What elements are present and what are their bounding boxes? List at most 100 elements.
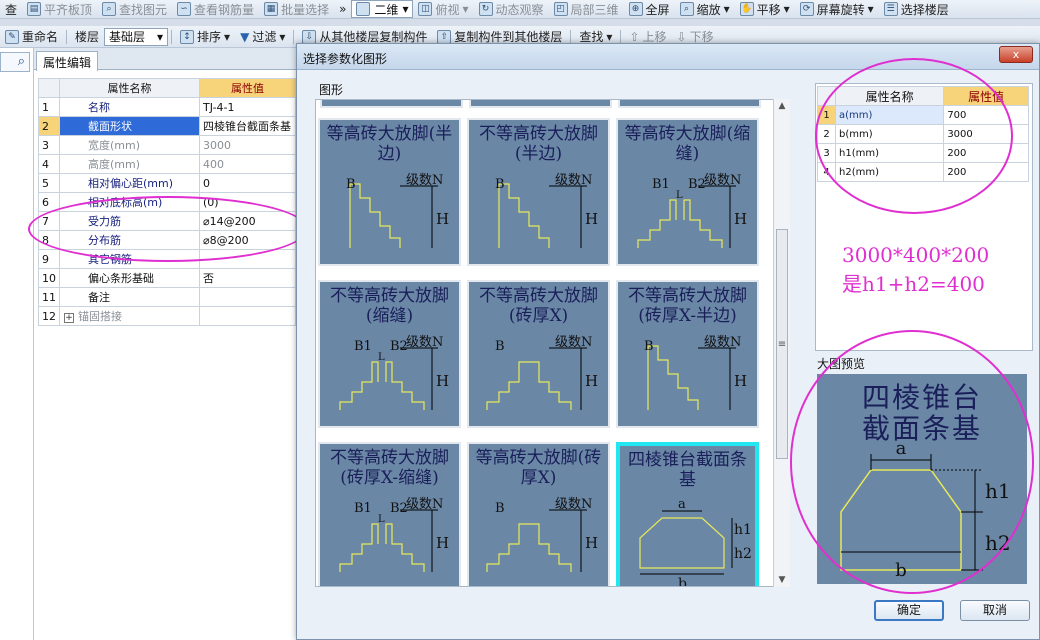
- param-value[interactable]: 3000: [943, 124, 1029, 144]
- property-value[interactable]: [199, 306, 296, 326]
- property-value[interactable]: ⌀14@200: [199, 211, 296, 231]
- toolbar-view-rebar[interactable]: ∽ 查看钢筋量: [172, 0, 259, 18]
- param-value[interactable]: 200: [943, 143, 1029, 163]
- parameter-row[interactable]: 2 b(mm) 3000: [817, 124, 1029, 144]
- toolbar-zoom[interactable]: ⌕ 缩放 ▾: [675, 0, 735, 18]
- shape-tile[interactable]: 不等高砖大放脚(砖厚X-半边) 级数N H B: [616, 280, 759, 428]
- filter-button[interactable]: ▼ 过滤 ▾: [235, 26, 290, 47]
- brick-footing-shape: [486, 361, 572, 410]
- divider: [293, 29, 295, 44]
- ok-button[interactable]: 确定: [874, 600, 944, 621]
- parameter-row[interactable]: 3 h1(mm) 200: [817, 143, 1029, 163]
- scroll-down-icon[interactable]: ▼: [776, 575, 788, 585]
- cancel-button[interactable]: 取消: [960, 600, 1030, 621]
- copy-to-icon: ⇧: [437, 29, 452, 44]
- gallery-scrollbar[interactable]: ▲ ≡ ▼: [773, 99, 790, 587]
- search-icon[interactable]: ⌕: [0, 52, 30, 72]
- header-name: 属性名称: [59, 78, 200, 98]
- shape-tile[interactable]: 等高砖大放脚(半边) 级数N H B: [318, 118, 461, 266]
- rename-icon: ✎: [5, 29, 19, 44]
- toolbar-orbit-label: 动态观察: [495, 2, 544, 17]
- expand-icon[interactable]: +: [64, 313, 74, 323]
- shape-tile[interactable]: 不等高砖大放脚(砖厚X-缩缝) 级数N H B1 B2 L: [318, 442, 461, 586]
- parameter-row[interactable]: 1 a(mm) 700: [817, 105, 1029, 125]
- property-row[interactable]: 8 分布筋 ⌀8@200: [38, 230, 296, 250]
- select-parametric-shape-dialog: 选择参数化图形 x 图形 等高砖大放脚(半边) 级数N H B 不等高砖大放脚(半边) 级…: [296, 43, 1040, 640]
- shape-tile[interactable]: 不等高砖大放脚(半边) 级数N H B: [467, 118, 610, 266]
- toolbar-overflow-button[interactable]: »: [334, 0, 351, 18]
- shape-tile-selected[interactable]: 四棱锥台截面条基 a h1 h2 b: [616, 442, 759, 586]
- rename-label: 重命名: [22, 30, 59, 44]
- toolbar-orbit[interactable]: ↻ 动态观察: [474, 0, 549, 18]
- shape-tile-diagram: 级数N H B: [346, 173, 449, 248]
- toolbar-fullscreen-label: 全屏: [645, 2, 670, 17]
- toolbar-floor-label: 选择楼层: [900, 2, 949, 17]
- shape-tile-diagram: 级数N H B1 B2 L: [339, 497, 449, 572]
- shape-tile-partial[interactable]: [320, 100, 463, 108]
- property-value[interactable]: 400: [199, 154, 296, 174]
- floor-select[interactable]: 基础层 ▾: [104, 27, 169, 46]
- property-panel: 属性编辑 属性名称 属性值 1 名称 TJ-4-1 2 截面形状 四棱锥台截面条基 3 宽度(…: [34, 48, 296, 640]
- close-icon[interactable]: x: [999, 46, 1033, 63]
- property-value[interactable]: 四棱锥台截面条基: [199, 116, 296, 136]
- toolbar-select-floor[interactable]: ☰ 选择楼层: [879, 0, 954, 18]
- rename-button[interactable]: ✎ 重命名: [0, 26, 63, 47]
- shape-tile-partial[interactable]: [469, 100, 612, 108]
- toolbar-pan-label: 平移: [756, 2, 781, 17]
- param-name: h2(mm): [834, 162, 945, 182]
- tile-label: B: [346, 177, 356, 192]
- property-value[interactable]: ⌀8@200: [199, 230, 296, 250]
- tile-label: B: [495, 177, 505, 192]
- param-value[interactable]: 700: [943, 105, 1029, 125]
- property-value[interactable]: [199, 249, 296, 269]
- view-2d-dropdown[interactable]: 二维 ▾: [351, 0, 414, 18]
- property-value[interactable]: 3000: [199, 135, 296, 155]
- toolbar-find-element[interactable]: ⌕ 查找图元: [97, 0, 172, 18]
- property-row[interactable]: 3 宽度(mm) 3000: [38, 135, 296, 155]
- shape-tile[interactable]: 不等高砖大放脚(砖厚X) 级数N H B: [467, 280, 610, 428]
- scroll-up-icon[interactable]: ▲: [776, 101, 788, 111]
- property-value[interactable]: 否: [199, 268, 296, 288]
- shape-tile-partial[interactable]: [618, 100, 761, 108]
- property-value[interactable]: 0: [199, 173, 296, 193]
- toolbar-local-3d[interactable]: ◰ 局部三维: [549, 0, 624, 18]
- tab-property-edit[interactable]: 属性编辑: [36, 51, 99, 71]
- toolbar-top-view[interactable]: ◫ 俯视 ▾: [413, 0, 473, 18]
- shape-tile-diagram: a h1 h2 b: [639, 497, 752, 586]
- property-row[interactable]: 9 其它钢筋: [38, 249, 296, 269]
- param-value[interactable]: 200: [943, 162, 1029, 182]
- toolbar-screen-rotate[interactable]: ⟳ 屏幕旋转 ▾: [795, 0, 879, 18]
- property-value[interactable]: TJ-4-1: [199, 97, 296, 117]
- property-value[interactable]: (0): [199, 192, 296, 212]
- property-row[interactable]: 6 相对底标高(m) (0): [38, 192, 296, 212]
- sort-button[interactable]: ↕ 排序 ▾: [175, 26, 235, 47]
- toolbar-pan[interactable]: ✋ 平移 ▾: [735, 0, 795, 18]
- shape-tile[interactable]: 等高砖大放脚(缩缝) 级数N H B1 B2 L: [616, 118, 759, 266]
- shape-tile[interactable]: 等高砖大放脚(砖厚X) 级数N H B: [467, 442, 610, 586]
- property-name-label: 名称: [88, 101, 110, 114]
- property-name-label: 其它钢筋: [88, 253, 132, 266]
- brick-footing-shape: [486, 523, 572, 572]
- property-row[interactable]: 11 备注: [38, 287, 296, 307]
- property-row[interactable]: 10 偏心条形基础 否: [38, 268, 296, 288]
- toolbar-flush-slab-top[interactable]: ▤ 平齐板顶: [22, 0, 97, 18]
- tile-label: H: [734, 372, 747, 390]
- property-row[interactable]: 4 高度(mm) 400: [38, 154, 296, 174]
- property-name: 宽度(mm): [59, 135, 200, 155]
- property-row[interactable]: 2 截面形状 四棱锥台截面条基: [38, 116, 296, 136]
- toolbar-fullscreen[interactable]: ⊕ 全屏: [624, 0, 675, 18]
- property-row[interactable]: 12 + 锚固搭接: [38, 306, 296, 326]
- property-row-number: 9: [38, 249, 60, 269]
- property-row[interactable]: 1 名称 TJ-4-1: [38, 97, 296, 117]
- property-value[interactable]: [199, 287, 296, 307]
- property-name: 受力筋: [59, 211, 200, 231]
- shape-tile[interactable]: 不等高砖大放脚(缩缝) 级数N H B1 B2 L: [318, 280, 461, 428]
- toolbar-rotate-label: 屏幕旋转: [816, 2, 865, 17]
- property-row[interactable]: 7 受力筋 ⌀14@200: [38, 211, 296, 231]
- toolbar-batch-select[interactable]: ▦ 批量选择: [259, 0, 334, 18]
- tile-label: B: [495, 501, 505, 516]
- parameter-row[interactable]: 4 h2(mm) 200: [817, 162, 1029, 182]
- param-row-number: 3: [817, 143, 836, 163]
- toolbar-item-query[interactable]: 查: [0, 0, 22, 18]
- property-row[interactable]: 5 相对偏心距(mm) 0: [38, 173, 296, 193]
